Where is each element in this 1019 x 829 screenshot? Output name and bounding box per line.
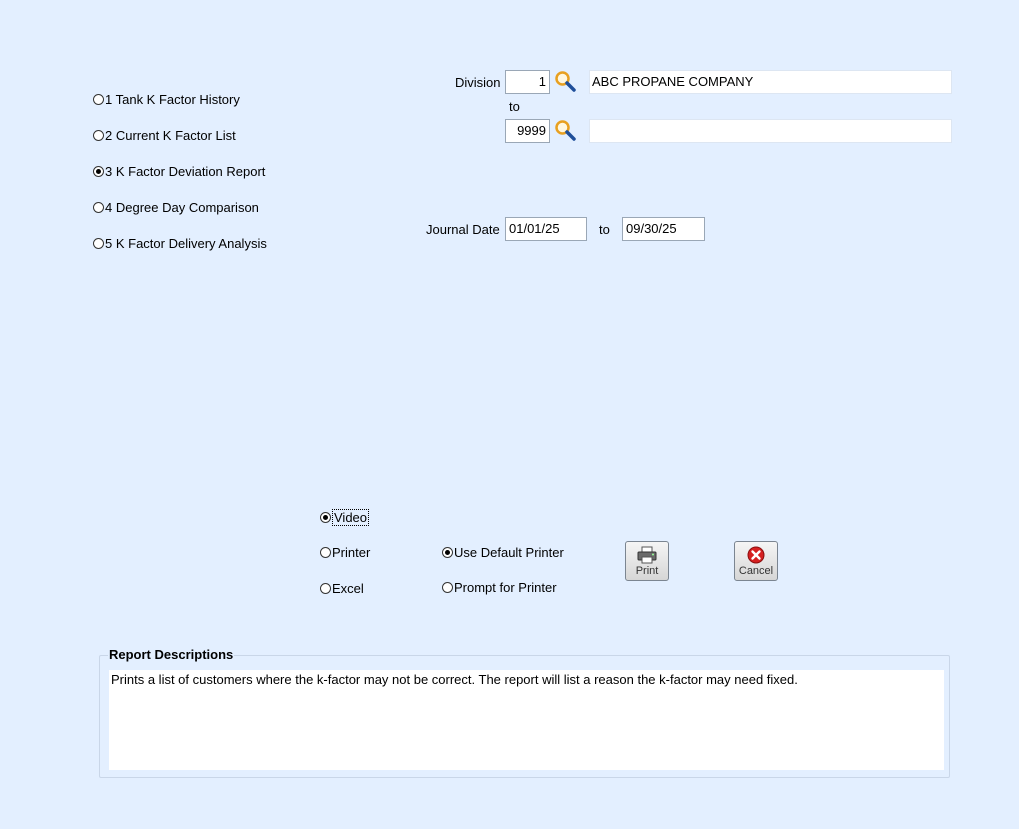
printer-default-label: Use Default Printer xyxy=(454,545,564,560)
printer-prompt[interactable]: Prompt for Printer xyxy=(442,580,557,595)
report-option-1-radio[interactable] xyxy=(93,94,104,105)
report-option-4[interactable]: 4 Degree Day Comparison xyxy=(93,200,259,215)
report-option-5-label: 5 K Factor Delivery Analysis xyxy=(105,236,267,251)
report-description-text: Prints a list of customers where the k-f… xyxy=(109,670,944,770)
printer-prompt-label: Prompt for Printer xyxy=(454,580,557,595)
printer-icon xyxy=(637,546,657,564)
journal-date-to-label: to xyxy=(599,222,610,237)
report-option-4-radio[interactable] xyxy=(93,202,104,213)
division-from-lookup-icon[interactable] xyxy=(554,70,576,92)
division-label: Division xyxy=(455,75,501,90)
division-to-lookup-icon[interactable] xyxy=(554,119,576,141)
cancel-button[interactable]: Cancel xyxy=(734,541,778,581)
print-button-label: Print xyxy=(635,565,659,577)
output-video[interactable]: Video xyxy=(320,509,370,526)
report-option-4-label: 4 Degree Day Comparison xyxy=(105,200,259,215)
division-to-name xyxy=(589,119,952,143)
output-video-radio[interactable] xyxy=(320,512,331,523)
report-option-2-label: 2 Current K Factor List xyxy=(105,128,236,143)
division-from-input[interactable]: 1 xyxy=(505,70,550,94)
division-to-input[interactable]: 9999 xyxy=(505,119,550,143)
journal-date-from-input[interactable]: 01/01/25 xyxy=(505,217,587,241)
report-option-3-label: 3 K Factor Deviation Report xyxy=(105,164,266,179)
print-button[interactable]: Print xyxy=(625,541,669,581)
output-excel-label: Excel xyxy=(332,581,364,596)
report-option-2[interactable]: 2 Current K Factor List xyxy=(93,128,236,143)
journal-date-label: Journal Date xyxy=(426,222,500,237)
printer-default[interactable]: Use Default Printer xyxy=(442,545,564,560)
printer-default-radio[interactable] xyxy=(442,547,453,558)
output-excel-radio[interactable] xyxy=(320,583,331,594)
division-from-name: ABC PROPANE COMPANY xyxy=(589,70,952,94)
output-printer[interactable]: Printer xyxy=(320,545,370,560)
output-printer-radio[interactable] xyxy=(320,547,331,558)
report-option-3-radio[interactable] xyxy=(93,166,104,177)
cancel-button-label: Cancel xyxy=(738,565,774,577)
report-option-3[interactable]: 3 K Factor Deviation Report xyxy=(93,164,265,179)
report-option-5-radio[interactable] xyxy=(93,238,104,249)
cancel-x-icon xyxy=(747,546,765,564)
report-descriptions-title: Report Descriptions xyxy=(108,647,235,662)
output-video-label: Video xyxy=(332,509,370,526)
report-option-1-label: 1 Tank K Factor History xyxy=(105,92,240,107)
printer-prompt-radio[interactable] xyxy=(442,582,453,593)
journal-date-to-input[interactable]: 09/30/25 xyxy=(622,217,705,241)
report-option-1[interactable]: 1 Tank K Factor History xyxy=(93,92,240,107)
division-to-label: to xyxy=(509,99,520,114)
report-option-5[interactable]: 5 K Factor Delivery Analysis xyxy=(93,236,267,251)
output-printer-label: Printer xyxy=(332,545,371,560)
report-option-2-radio[interactable] xyxy=(93,130,104,141)
output-excel[interactable]: Excel xyxy=(320,581,364,596)
